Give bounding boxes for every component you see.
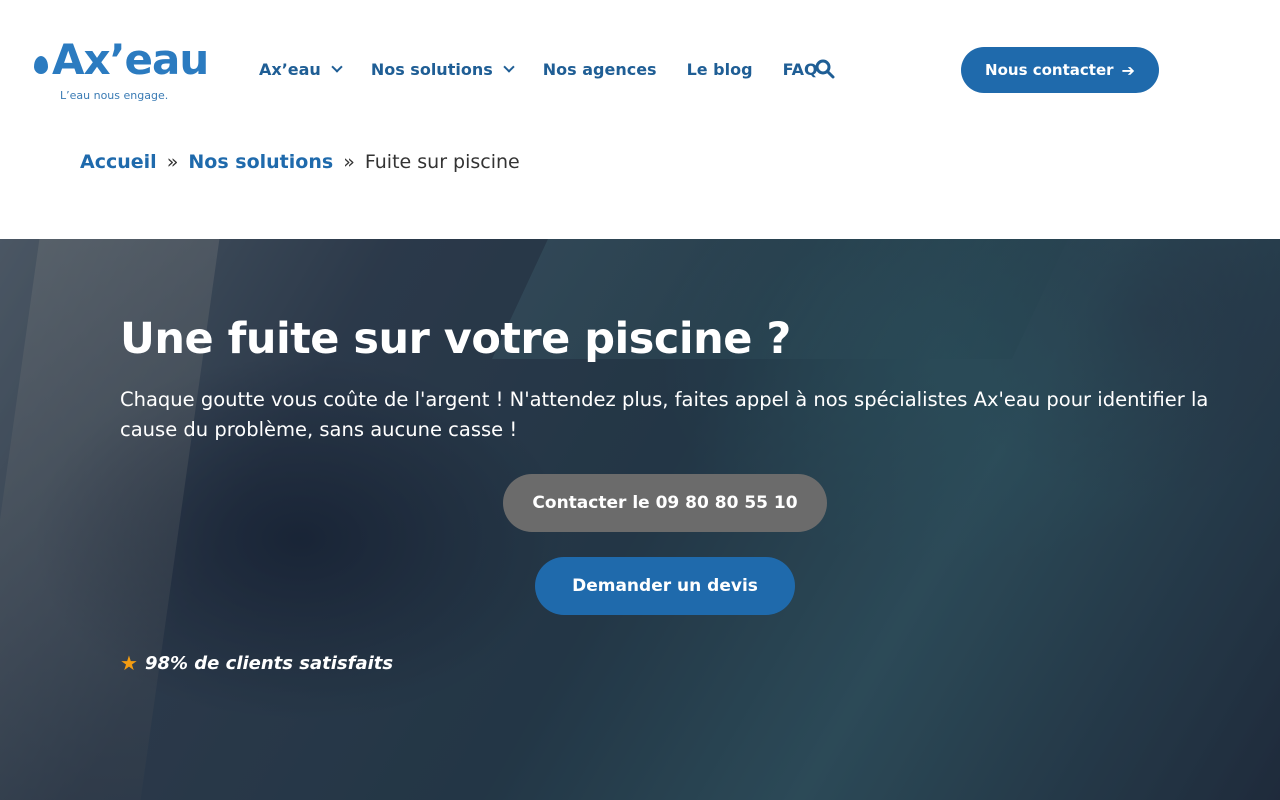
star-icon: ★: [120, 651, 138, 675]
breadcrumb-separator: »: [343, 151, 355, 173]
search-icon[interactable]: [815, 59, 835, 79]
hero-banner: Une fuite sur votre piscine ? Chaque gou…: [0, 239, 1280, 800]
nav-item-label: Le blog: [686, 59, 753, 79]
breadcrumb-home[interactable]: Accueil: [80, 151, 157, 173]
nav-item-label: Nos agences: [542, 59, 657, 79]
contact-button-label: Nous contacter: [985, 61, 1114, 79]
contact-button[interactable]: Nous contacter ➔: [961, 47, 1159, 93]
site-logo[interactable]: Ax’eau L’eau nous engage.: [32, 36, 212, 106]
chevron-down-icon: [503, 61, 515, 73]
logo-wordmark: Ax’eau: [52, 35, 209, 84]
nav-item-agences[interactable]: Nos agences: [543, 60, 657, 79]
nav-item-label: FAQ: [782, 59, 818, 79]
breadcrumb-separator: »: [166, 151, 179, 173]
nav-item-faq[interactable]: FAQ: [783, 60, 818, 79]
nav-item-label: Nos solutions: [370, 59, 493, 79]
nav-item-solutions[interactable]: Nos solutions: [370, 59, 515, 79]
chevron-down-icon: [331, 61, 343, 73]
satisfaction-text: 98% de clients satisfaits: [144, 652, 394, 674]
nav-item-axeau[interactable]: Ax’eau: [259, 59, 343, 79]
hero-title: Une fuite sur votre piscine ?: [120, 314, 791, 364]
quote-button[interactable]: Demander un devis: [535, 557, 795, 615]
nav-item-blog[interactable]: Le blog: [687, 60, 753, 79]
main-nav: Ax’eau Nos solutions Nos agences Le blog…: [259, 58, 848, 80]
breadcrumb: Accueil » Nos solutions » Fuite sur pisc…: [80, 151, 520, 173]
site-header: Ax’eau L’eau nous engage. Ax’eau Nos sol…: [0, 0, 1280, 130]
water-drop-icon: [34, 56, 48, 74]
breadcrumb-current: Fuite sur piscine: [364, 151, 520, 173]
hero-description: Chaque goutte vous coûte de l'argent ! N…: [120, 388, 1209, 441]
arrow-right-icon: ➔: [1121, 60, 1135, 80]
nav-item-label: Ax’eau: [259, 59, 321, 79]
call-button[interactable]: Contacter le 09 80 80 55 10: [503, 474, 827, 532]
logo-tagline: L’eau nous engage.: [60, 89, 169, 102]
breadcrumb-solutions[interactable]: Nos solutions: [188, 151, 333, 173]
satisfaction-badge: ★ 98% de clients satisfaits: [120, 651, 393, 675]
